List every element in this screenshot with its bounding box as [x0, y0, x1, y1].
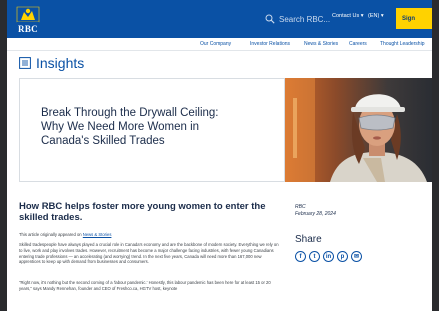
pinterest-icon[interactable]: p — [337, 251, 348, 262]
hero-title-line-1: Break Through the Drywall Ceiling: — [41, 107, 219, 119]
article-author: RBC — [295, 204, 306, 210]
sign-in-label: Sign — [402, 15, 415, 22]
main-nav: Our Company Investor Relations News & St… — [7, 38, 432, 50]
language-label: (EN) — [368, 13, 380, 19]
woman-in-hard-hat-photo — [285, 78, 432, 182]
rbc-logo[interactable]: RBC — [16, 6, 40, 36]
hero-title-line-3: Canada's Skilled Trades — [41, 135, 165, 147]
chevron-down-icon: ▾ — [380, 13, 384, 19]
linkedin-icon[interactable]: in — [323, 251, 334, 262]
nav-item-investor-relations[interactable]: Investor Relations — [250, 41, 290, 47]
search-placeholder: Search RBC... — [279, 14, 331, 24]
hero-title-line-2: Why We Need More Women in — [41, 121, 200, 133]
email-icon[interactable]: ✉ — [351, 251, 362, 262]
nav-item-careers[interactable]: Careers — [349, 41, 367, 47]
document-icon — [19, 57, 31, 69]
language-menu[interactable]: (EN) ▾ — [368, 13, 384, 19]
article-paragraph: Skilled tradespeople have always played … — [19, 242, 279, 265]
hero-image — [285, 78, 432, 182]
search-box[interactable]: Search RBC... — [265, 11, 330, 27]
search-icon — [265, 14, 275, 24]
browser-page: RBC Search RBC... Contact Us ▾ (EN) ▾ Si… — [7, 0, 432, 311]
news-stories-link[interactable]: News & Stories — [83, 232, 112, 237]
article-heading: How RBC helps foster more young women to… — [19, 201, 266, 223]
sign-in-button[interactable]: Sign — [396, 8, 432, 29]
share-icon-row: f t in p ✉ — [295, 251, 362, 262]
hero-title: Break Through the Drywall Ceiling: Why W… — [41, 106, 271, 148]
contact-us-menu[interactable]: Contact Us ▾ — [332, 13, 364, 19]
article-origin-note: This article originally appeared on News… — [19, 232, 281, 237]
nav-divider — [7, 50, 432, 51]
chevron-down-icon: ▾ — [360, 13, 364, 19]
facebook-icon[interactable]: f — [295, 251, 306, 262]
top-header: RBC Search RBC... Contact Us ▾ (EN) ▾ Si… — [7, 0, 432, 38]
nav-item-thought-leadership[interactable]: Thought Leadership — [380, 41, 424, 47]
share-heading: Share — [295, 234, 322, 245]
nav-item-our-company[interactable]: Our Company — [200, 41, 231, 47]
origin-prefix: This article originally appeared on — [19, 232, 82, 237]
twitter-icon[interactable]: t — [309, 251, 320, 262]
article-date: February 28, 2024 — [295, 211, 336, 217]
nav-item-news-stories[interactable]: News & Stories — [304, 41, 338, 47]
logo-text: RBC — [18, 24, 38, 34]
contact-us-label: Contact Us — [332, 13, 360, 19]
article-paragraph-quote: "Right now, it's nothing but the second … — [19, 280, 271, 291]
page-title: Insights — [36, 55, 85, 71]
